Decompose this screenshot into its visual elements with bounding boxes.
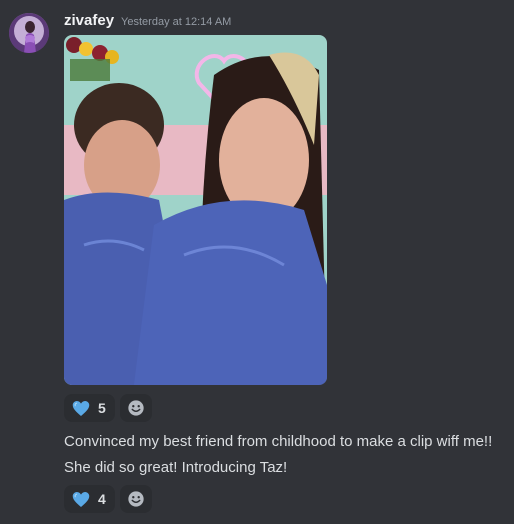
reaction-count: 4 xyxy=(98,491,106,507)
reaction-bar: 5 xyxy=(64,394,152,422)
message-text-line: Convinced my best friend from childhood … xyxy=(64,433,493,450)
reaction-count: 5 xyxy=(98,400,106,416)
add-reaction-smiley-icon xyxy=(128,400,144,416)
add-reaction-button[interactable] xyxy=(119,394,152,422)
blue-heart-icon xyxy=(72,400,90,416)
reaction-bar: 4 xyxy=(64,485,152,513)
message-text-line: She did so great! Introducing Taz! xyxy=(64,459,288,476)
message-header: zivafey Yesterday at 12:14 AM xyxy=(64,12,231,34)
add-reaction-button[interactable] xyxy=(119,485,152,513)
photo-icon xyxy=(64,35,327,385)
blue-heart-icon xyxy=(72,491,90,507)
user-avatar-icon xyxy=(9,13,49,53)
add-reaction-smiley-icon xyxy=(128,491,144,507)
reaction-blue-heart[interactable]: 4 xyxy=(64,485,115,513)
chat-message: zivafey Yesterday at 12:14 AM 5 Convince… xyxy=(0,0,514,524)
message-timestamp: Yesterday at 12:14 AM xyxy=(121,16,232,28)
author-username[interactable]: zivafey xyxy=(64,12,114,29)
author-avatar[interactable] xyxy=(9,13,49,53)
reaction-blue-heart[interactable]: 5 xyxy=(64,394,115,422)
image-attachment[interactable] xyxy=(64,35,327,385)
